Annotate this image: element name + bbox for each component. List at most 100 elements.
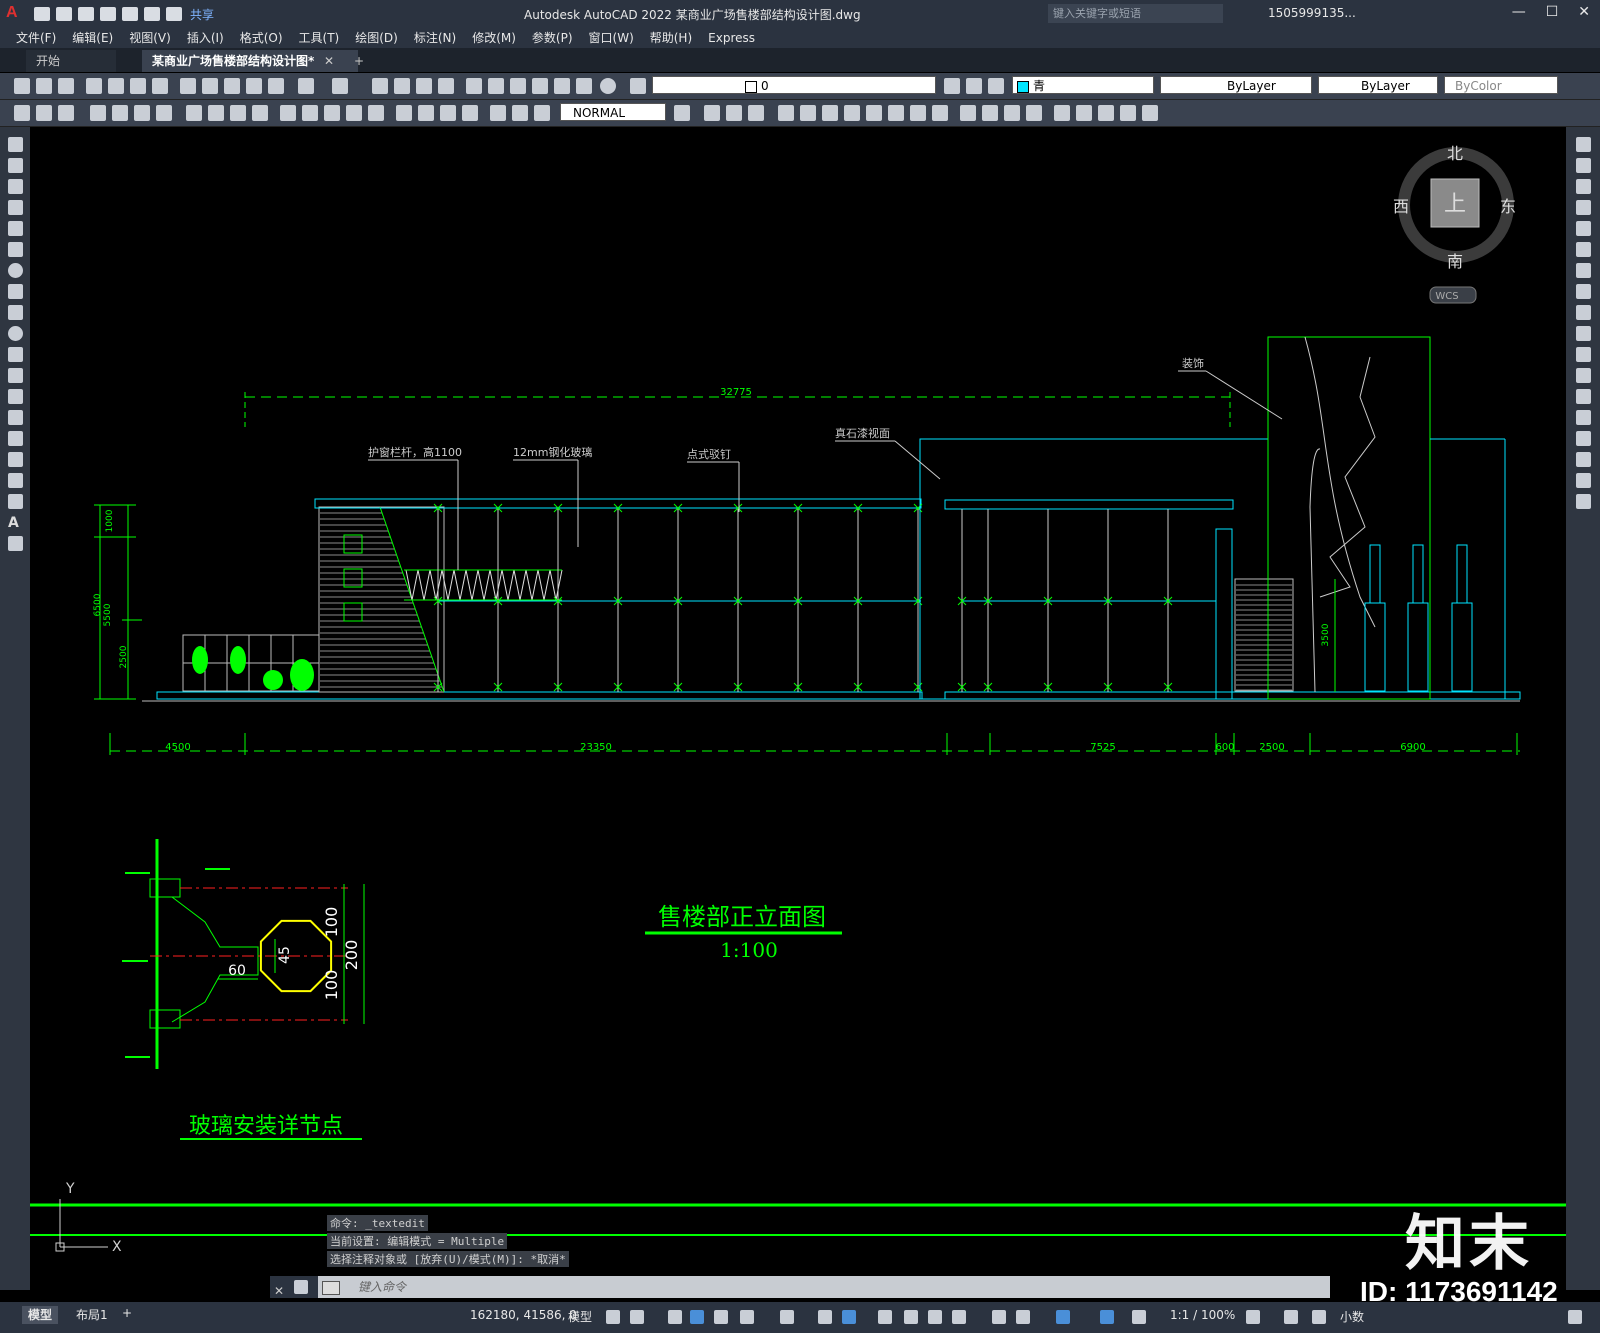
layer-previous-icon[interactable]: [966, 78, 982, 94]
view-back-icon[interactable]: [748, 105, 764, 121]
units-icon[interactable]: [1312, 1310, 1326, 1324]
menu-draw[interactable]: 绘图(D): [355, 28, 398, 48]
ellipse-icon[interactable]: [8, 326, 23, 341]
ucs-view-icon[interactable]: [866, 105, 882, 121]
transparency-icon[interactable]: [904, 1310, 918, 1324]
copy-object-icon[interactable]: [1576, 158, 1591, 173]
3d-osnap-icon[interactable]: [952, 1310, 966, 1324]
hatch-icon[interactable]: [8, 431, 23, 446]
close-command-icon[interactable]: ✕: [274, 1280, 284, 1302]
tab-start[interactable]: 开始: [26, 50, 116, 72]
lineweight-icon[interactable]: [878, 1310, 892, 1324]
menu-express[interactable]: Express: [708, 28, 755, 48]
polar-tracking-icon[interactable]: [740, 1310, 754, 1324]
dim-edit-icon[interactable]: [418, 105, 434, 121]
extrude-icon[interactable]: [1098, 105, 1114, 121]
dim-override-icon[interactable]: [512, 105, 528, 121]
dimstyle-dropdown[interactable]: NORMAL: [560, 103, 666, 121]
plot-icon[interactable]: [122, 7, 138, 21]
open-icon[interactable]: [36, 78, 52, 94]
stretch-icon[interactable]: [1576, 305, 1591, 320]
cylinder-icon[interactable]: [1076, 105, 1092, 121]
box-icon[interactable]: [1054, 105, 1070, 121]
compass-west[interactable]: 西: [1393, 197, 1409, 216]
layer-state-icon[interactable]: [988, 78, 1004, 94]
construction-line-icon[interactable]: [8, 158, 23, 173]
linetype-dropdown[interactable]: ByLayer: [1160, 76, 1312, 94]
match-properties-icon[interactable]: [246, 78, 262, 94]
object-snap-tracking-icon[interactable]: [818, 1310, 832, 1324]
array-icon[interactable]: [1576, 221, 1591, 236]
polygon-icon[interactable]: [8, 200, 23, 215]
menu-insert[interactable]: 插入(I): [187, 28, 224, 48]
auto-scale-icon[interactable]: [1132, 1310, 1146, 1324]
preview-icon[interactable]: [108, 78, 124, 94]
lights-icon[interactable]: [1026, 105, 1042, 121]
compass-north[interactable]: 北: [1447, 144, 1463, 163]
render-icon[interactable]: [982, 105, 998, 121]
chamfer-icon[interactable]: [1576, 410, 1591, 425]
inspect-icon[interactable]: [368, 105, 384, 121]
dim-reassociate-icon[interactable]: [534, 105, 550, 121]
selection-filter-icon[interactable]: [1016, 1310, 1030, 1324]
tab-model[interactable]: 模型: [22, 1306, 59, 1324]
autocad-logo-icon[interactable]: A: [6, 4, 28, 24]
share-button[interactable]: 共享: [190, 6, 214, 23]
view-front-icon[interactable]: [726, 105, 742, 121]
open-file-icon[interactable]: [56, 7, 72, 21]
redo-icon[interactable]: [332, 78, 348, 94]
edit-polyline-icon[interactable]: [1576, 494, 1591, 509]
region-icon[interactable]: [8, 473, 23, 488]
help-icon[interactable]: [600, 78, 616, 94]
tab-layout1[interactable]: 布局1: [70, 1306, 114, 1324]
copy-icon[interactable]: [202, 78, 218, 94]
diameter-icon[interactable]: [156, 105, 172, 121]
fillet-icon[interactable]: [1576, 431, 1591, 446]
zoom-realtime-icon[interactable]: [394, 78, 410, 94]
zoom-window-icon[interactable]: [416, 78, 432, 94]
layer-dropdown[interactable]: 0: [652, 76, 936, 94]
orbit-icon[interactable]: [778, 105, 794, 121]
dynamic-ucs-icon[interactable]: [992, 1310, 1006, 1324]
ortho-icon[interactable]: [714, 1310, 728, 1324]
redo-icon[interactable]: [166, 7, 182, 21]
line-icon[interactable]: [8, 137, 23, 152]
blend-icon[interactable]: [1576, 452, 1591, 467]
center-mark-icon[interactable]: [346, 105, 362, 121]
table-icon[interactable]: [8, 494, 23, 509]
arc-length-icon[interactable]: [58, 105, 74, 121]
revision-cloud-icon[interactable]: [8, 284, 23, 299]
tab-close-icon[interactable]: ✕: [314, 50, 344, 72]
rectangle-icon[interactable]: [8, 221, 23, 236]
baseline-icon[interactable]: [230, 105, 246, 121]
ellipse-arc-icon[interactable]: [8, 347, 23, 362]
angular-icon[interactable]: [186, 105, 202, 121]
undo-icon[interactable]: [298, 78, 314, 94]
tolerance-icon[interactable]: [324, 105, 340, 121]
point-icon[interactable]: [8, 410, 23, 425]
compass-south[interactable]: 南: [1447, 252, 1463, 271]
object-snap-icon[interactable]: [842, 1310, 856, 1324]
multiline-text-icon[interactable]: A: [8, 515, 23, 531]
close-button[interactable]: ✕: [1578, 4, 1590, 20]
command-prompt-icon[interactable]: [322, 1281, 340, 1295]
command-input[interactable]: 键入命令: [358, 1276, 406, 1298]
units-label[interactable]: 小数: [1340, 1308, 1364, 1325]
color-dropdown[interactable]: 青: [1012, 76, 1154, 94]
offset-icon[interactable]: [1576, 200, 1591, 215]
sheet-set-icon[interactable]: [532, 78, 548, 94]
model-space-button[interactable]: 模型: [568, 1308, 592, 1325]
calculator-icon[interactable]: [576, 78, 592, 94]
gizmo-icon[interactable]: [1056, 1310, 1070, 1324]
annotation-monitor-icon[interactable]: [1284, 1310, 1298, 1324]
jogged-linear-icon[interactable]: [396, 105, 412, 121]
dim-break-icon[interactable]: [302, 105, 318, 121]
drawing-canvas[interactable]: 上 北 南 东 西 WCS 32775 1000 6500 5500 2500: [30, 127, 1566, 1290]
shade-icon[interactable]: [960, 105, 976, 121]
menu-edit[interactable]: 编辑(E): [72, 28, 113, 48]
move-icon[interactable]: [1576, 242, 1591, 257]
dim-update-icon[interactable]: [462, 105, 478, 121]
continue-icon[interactable]: [252, 105, 268, 121]
add-selected-icon[interactable]: [8, 536, 23, 551]
menu-window[interactable]: 窗口(W): [589, 28, 634, 48]
